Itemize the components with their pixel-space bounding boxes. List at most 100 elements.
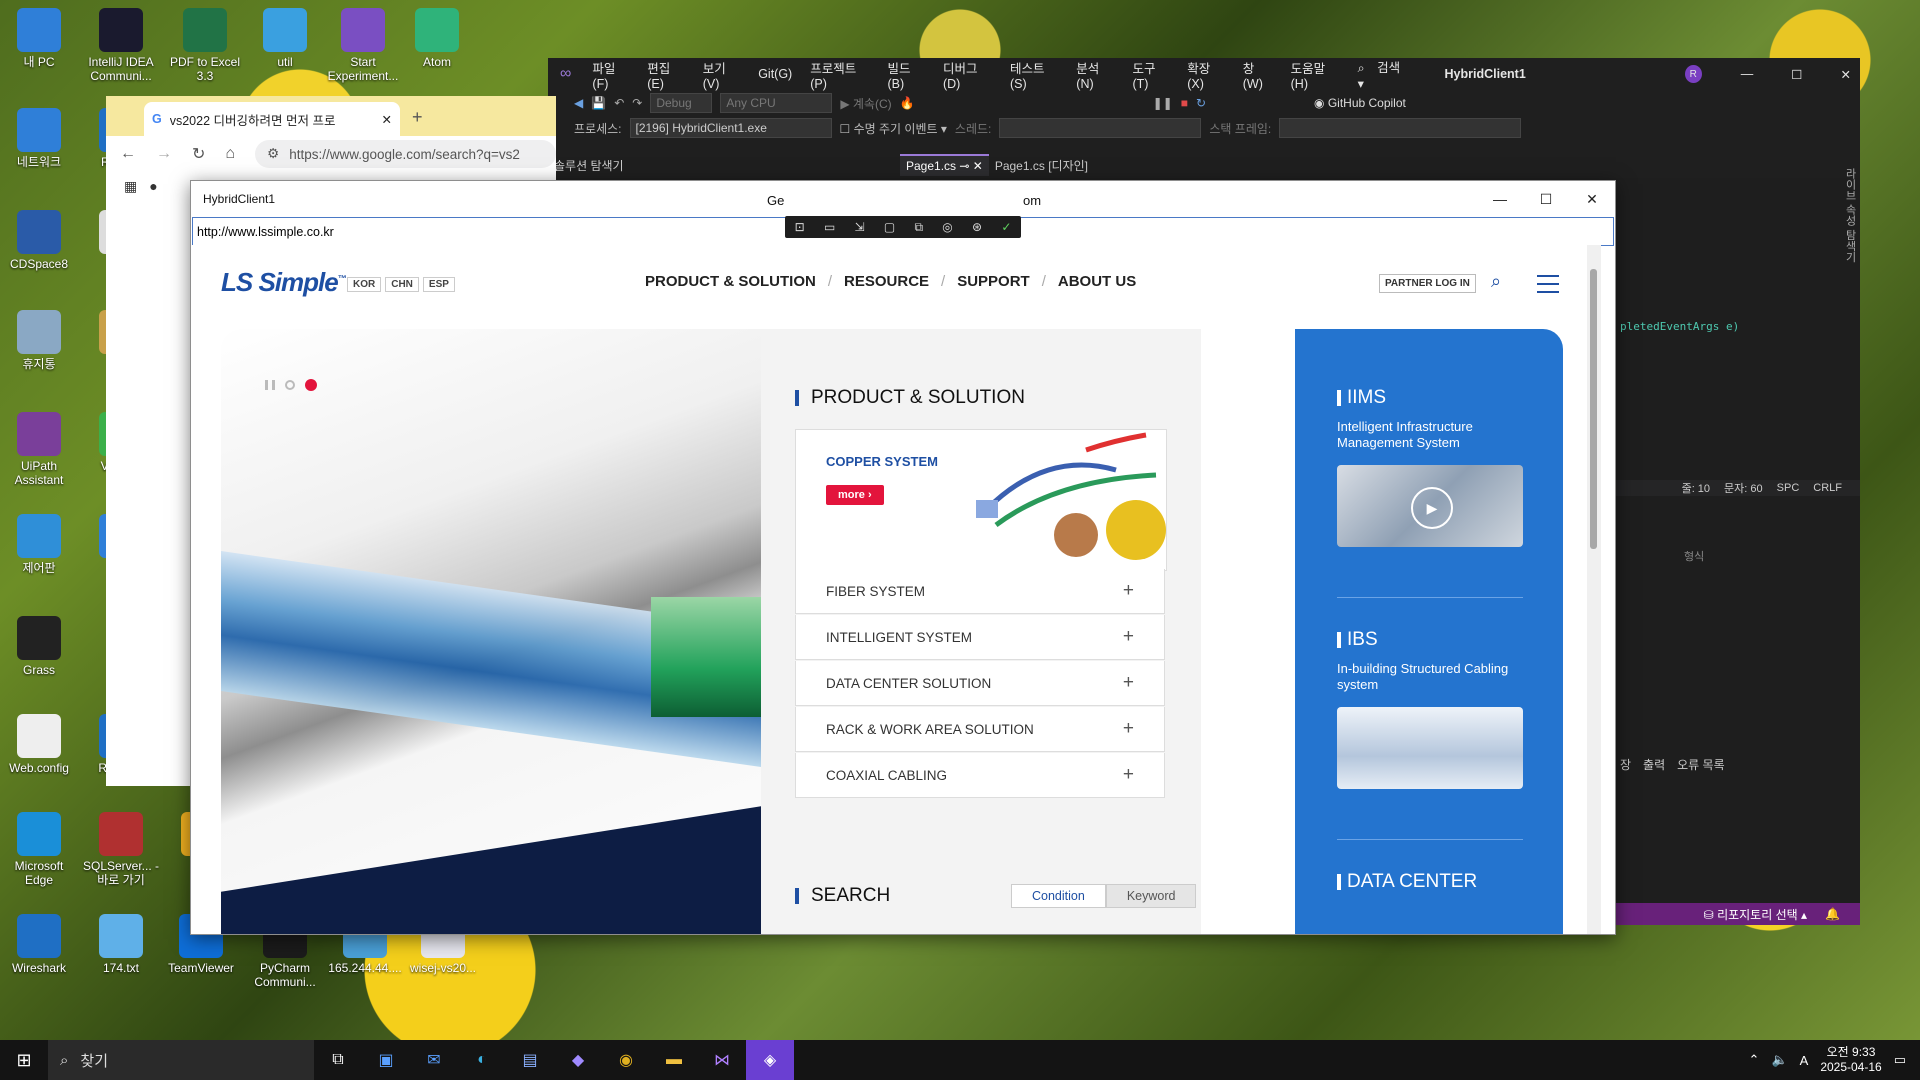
reload-icon[interactable]: ↻ <box>192 144 205 164</box>
stop-icon[interactable]: ■ <box>1181 96 1188 110</box>
desktop-icon[interactable]: Web.config <box>0 714 78 775</box>
tab-close-icon[interactable]: ✕ <box>382 112 392 127</box>
more-button[interactable]: more › <box>826 485 884 505</box>
lang-kor[interactable]: KOR <box>347 277 382 292</box>
copilot-button[interactable]: ◉ GitHub Copilot <box>1314 96 1406 110</box>
site-info-icon[interactable]: ⚙ <box>267 146 279 162</box>
slider-dot[interactable] <box>285 380 295 390</box>
desktop-icon[interactable]: IntelliJ IDEA Communi... <box>82 8 160 83</box>
featured-product-name[interactable]: COPPER SYSTEM <box>826 454 938 469</box>
layout-icon[interactable]: ⧉ <box>914 220 923 235</box>
store-icon[interactable]: ▣ <box>362 1040 410 1080</box>
plus-icon[interactable]: + <box>1123 764 1134 786</box>
vs-menu-test[interactable]: 테스트(S) <box>1001 58 1067 91</box>
config-dropdown[interactable]: Debug <box>650 93 713 113</box>
lifecycle-events[interactable]: ☐ 수명 주기 이벤트 ▾ <box>840 120 947 137</box>
vs-menu-extensions[interactable]: 확장(X) <box>1178 58 1233 91</box>
accordion-item[interactable]: COAXIAL CABLING + <box>795 753 1165 798</box>
hamburger-menu-icon[interactable] <box>1537 275 1559 299</box>
desktop-icon[interactable]: 휴지통 <box>0 310 78 371</box>
clock[interactable]: 오전 9:33 2025-04-16 <box>1820 1045 1881 1075</box>
stackframe-dropdown[interactable] <box>1279 118 1522 138</box>
nav-product-solution[interactable]: PRODUCT & SOLUTION <box>645 273 816 290</box>
page-scrollbar[interactable] <box>1587 245 1601 934</box>
tab-page1-designer[interactable]: Page1.cs [디자인] <box>989 154 1094 176</box>
chrome-tab[interactable]: G vs2022 디버깅하려면 먼저 프로 ✕ <box>144 102 400 136</box>
chrome-icon[interactable]: ◉ <box>602 1040 650 1080</box>
play-icon[interactable]: ▶ <box>1411 487 1453 529</box>
desktop-icon[interactable]: Wireshark <box>0 914 78 975</box>
ibs-item[interactable]: IBS In-building Structured Cabling syste… <box>1337 629 1537 789</box>
forward-arrow-icon[interactable]: → <box>156 145 172 163</box>
file-explorer-icon[interactable]: ▬ <box>650 1040 698 1080</box>
ime-indicator[interactable]: A <box>1800 1053 1809 1068</box>
back-icon[interactable]: ◀ <box>574 96 583 110</box>
undo-icon[interactable]: ↶ <box>614 96 624 110</box>
iims-video-thumbnail[interactable]: ▶ <box>1337 465 1523 547</box>
hot-reload-ui-icon[interactable]: ◎ <box>942 220 952 234</box>
vs-user-avatar[interactable]: R <box>1684 65 1702 83</box>
inspector-tool-icon[interactable]: ⊡ <box>795 220 805 234</box>
visual-studio-icon[interactable]: ⋈ <box>698 1040 746 1080</box>
vs-minimize-button[interactable]: — <box>1732 67 1763 81</box>
frame-icon[interactable]: ▢ <box>884 220 895 234</box>
nav-resource[interactable]: RESOURCE <box>844 273 929 290</box>
minimize-button[interactable]: — <box>1477 181 1523 217</box>
tab-page1-cs[interactable]: Page1.cs ⊸ ✕ <box>900 154 989 176</box>
repo-select[interactable]: ⛁ 리포지토리 선택 ▴ <box>1704 906 1807 923</box>
nav-about-us[interactable]: ABOUT US <box>1058 273 1136 290</box>
plus-icon[interactable]: + <box>1123 672 1134 694</box>
desktop-icon[interactable]: UiPath Assistant <box>0 412 78 487</box>
vs-menu-tools[interactable]: 도구(T) <box>1123 58 1178 91</box>
thread-dropdown[interactable] <box>999 118 1202 138</box>
notifications-icon[interactable]: 🔔 <box>1825 907 1840 921</box>
datacenter-item[interactable]: DATA CENTER <box>1337 871 1477 893</box>
desktop-icon[interactable]: util <box>246 8 324 69</box>
iims-item[interactable]: IIMS Intelligent Infrastructure Manageme… <box>1337 387 1537 547</box>
plus-icon[interactable]: + <box>1123 626 1134 648</box>
desktop-icon[interactable]: Start Experiment... <box>324 8 402 83</box>
vs-search[interactable]: ⌕ 검색 ▾ <box>1349 57 1425 91</box>
vs-menu-debug[interactable]: 디버그(D) <box>934 58 1001 91</box>
solution-explorer-tab[interactable]: 솔루션 탐색기 <box>548 154 900 176</box>
new-tab-button[interactable]: + <box>400 107 435 136</box>
notification-center-icon[interactable]: ▭ <box>1894 1052 1906 1068</box>
app-icon[interactable]: ▤ <box>506 1040 554 1080</box>
accordion-item[interactable]: FIBER SYSTEM + <box>795 569 1165 614</box>
bottom-tab-0[interactable]: 장 <box>1620 756 1631 773</box>
vs-menu-view[interactable]: 보기(V) <box>694 58 749 91</box>
desktop-icon[interactable]: 제어판 <box>0 514 78 575</box>
tab-keyword[interactable]: Keyword <box>1105 884 1197 908</box>
vs-menu-help[interactable]: 도움말(H) <box>1282 58 1349 91</box>
scrollbar-thumb[interactable] <box>1590 269 1597 549</box>
tab-condition[interactable]: Condition <box>1011 884 1106 908</box>
desktop-icon[interactable]: 174.txt <box>82 914 160 975</box>
vs-menu-git[interactable]: Git(G) <box>749 67 801 81</box>
lang-esp[interactable]: ESP <box>422 277 455 292</box>
home-icon[interactable]: ⌂ <box>225 145 235 163</box>
github-icon[interactable]: ● <box>149 178 157 194</box>
volume-icon[interactable]: 🔈 <box>1771 1052 1787 1068</box>
slider-dot-active[interactable] <box>305 379 317 391</box>
camera-icon[interactable]: ▭ <box>824 220 835 234</box>
desktop-icon[interactable]: 내 PC <box>0 8 78 69</box>
save-icon[interactable]: 💾 <box>591 96 606 110</box>
bottom-tab-errors[interactable]: 오류 목록 <box>1677 756 1725 773</box>
desktop-icon[interactable]: SQLServer... - 바로 가기 <box>82 812 160 887</box>
vs-logo-icon[interactable]: ∞ <box>548 65 583 83</box>
nav-support[interactable]: SUPPORT <box>957 273 1030 290</box>
vs-close-button[interactable]: ✕ <box>1832 67 1860 82</box>
maximize-button[interactable]: ☐ <box>1523 181 1569 217</box>
featured-product-card[interactable]: COPPER SYSTEM more › <box>795 429 1167 571</box>
mail-icon[interactable]: ✉ <box>410 1040 458 1080</box>
hybridclient-app-icon[interactable]: ◈ <box>746 1040 794 1080</box>
plus-icon[interactable]: + <box>1123 580 1134 602</box>
restart-icon[interactable]: ↻ <box>1196 96 1206 110</box>
task-view-icon[interactable]: ⧉ <box>314 1040 362 1080</box>
vs-menu-project[interactable]: 프로젝트(P) <box>801 58 878 91</box>
desktop-icon[interactable]: Microsoft Edge <box>0 812 78 887</box>
pause-icon[interactable]: ❚❚ <box>1153 96 1173 110</box>
vs-menu-file[interactable]: 파일(F) <box>583 58 638 91</box>
continue-button[interactable]: ▶ 계속(C) <box>840 95 891 112</box>
apps-grid-icon[interactable]: ▦ <box>124 178 137 195</box>
